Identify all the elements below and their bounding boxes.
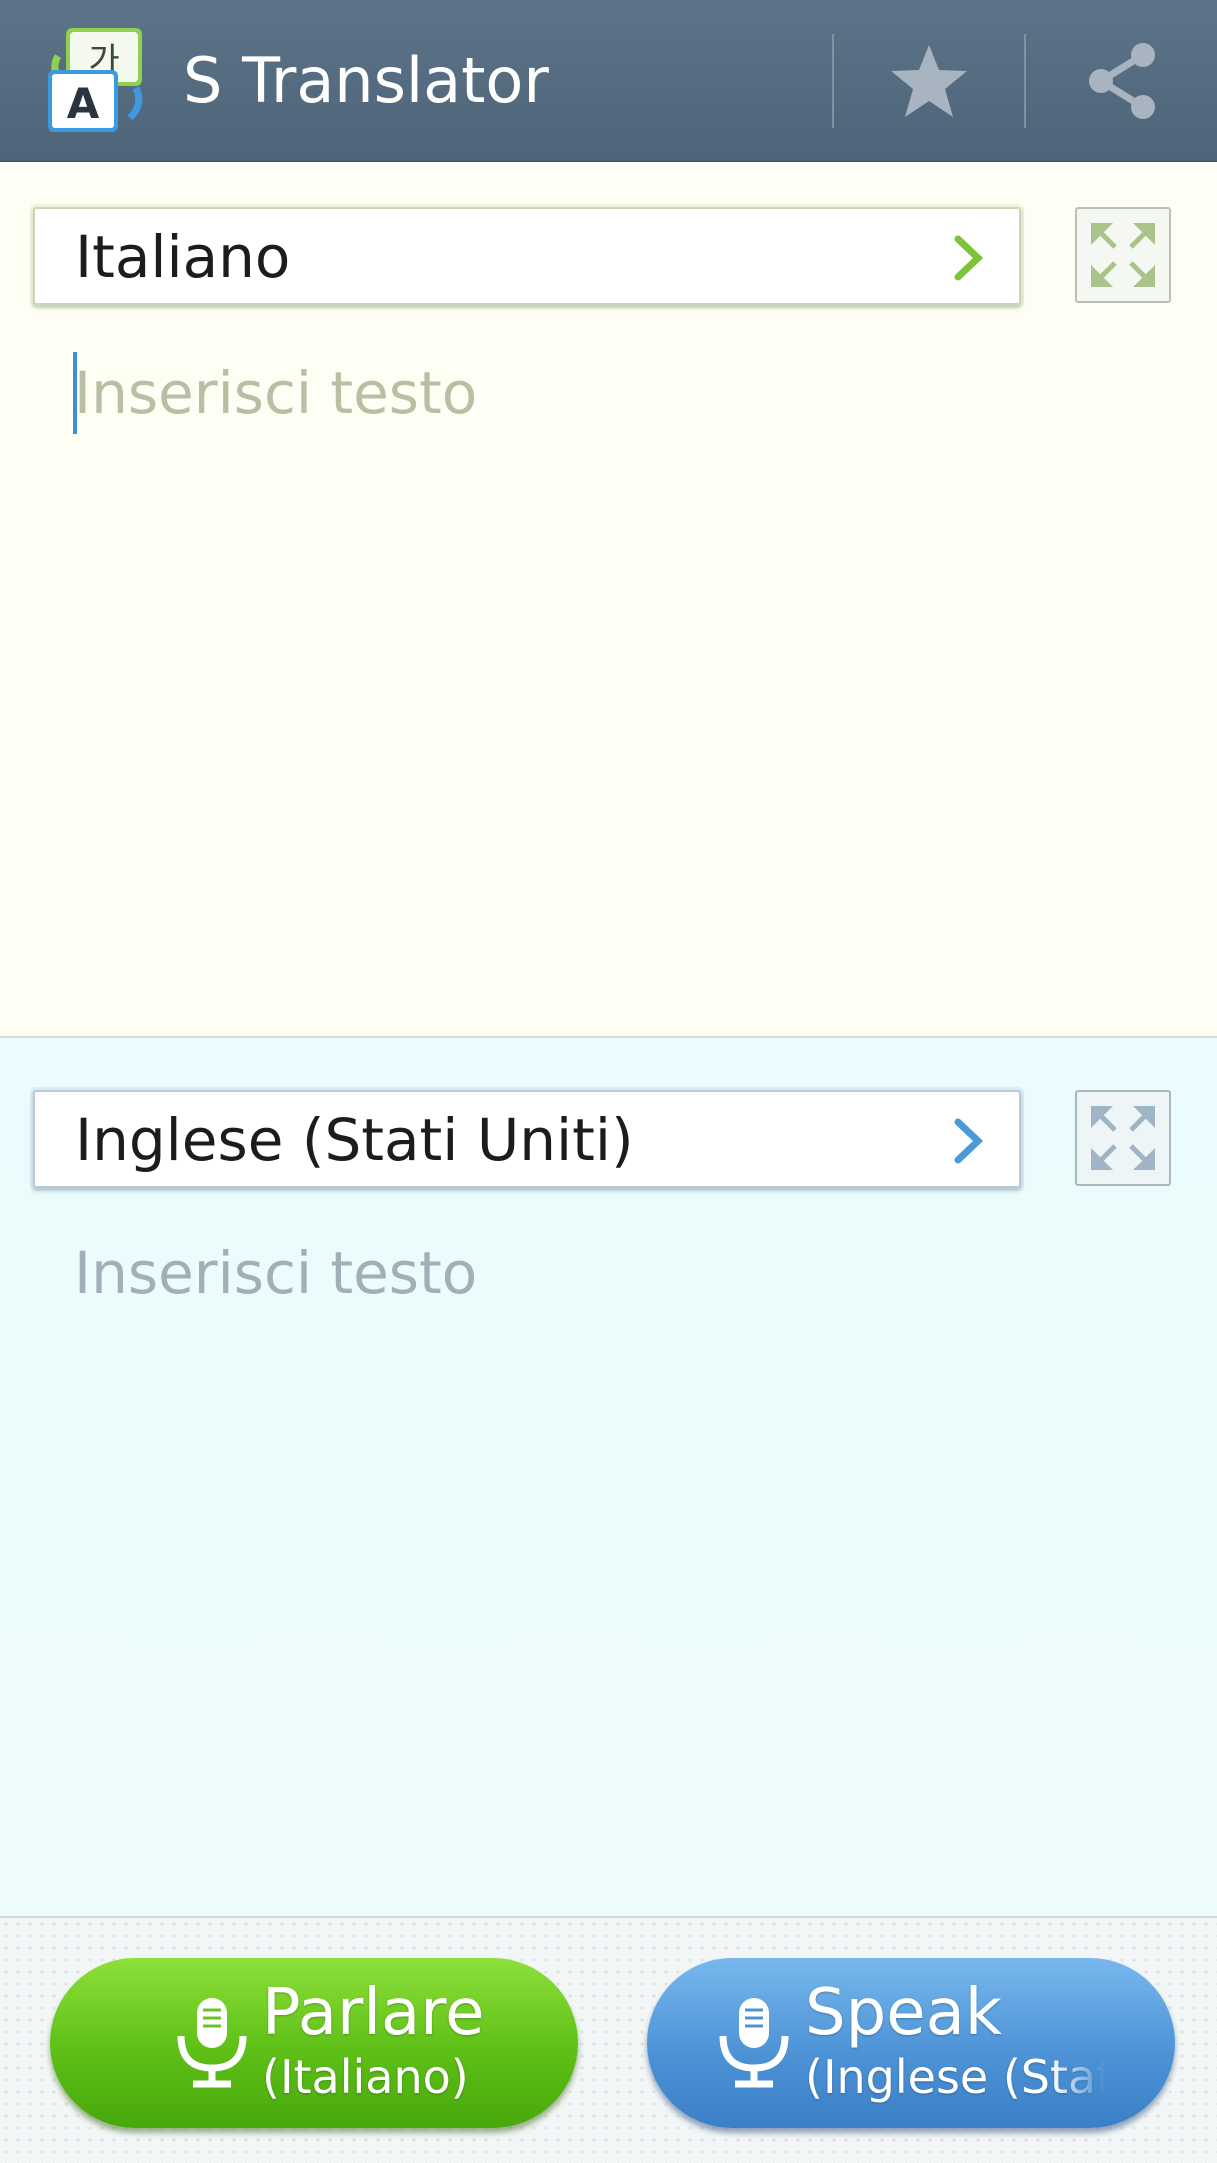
source-text-input[interactable]: Inserisci testo: [74, 358, 477, 428]
microphone-icon: [719, 1998, 789, 2088]
source-language-selector[interactable]: Italiano: [33, 207, 1021, 305]
app-logo: 가 A: [44, 26, 154, 136]
action-bar: 가 A S Translator: [0, 0, 1217, 162]
target-language-selector[interactable]: Inglese (Stati Uniti): [33, 1090, 1021, 1188]
microphone-icon: [177, 1998, 247, 2088]
speak-target-language: (Inglese (Stati Uniti)): [805, 2050, 1105, 2104]
share-icon: [1088, 43, 1155, 119]
svg-text:A: A: [67, 79, 100, 128]
chevron-right-icon: [954, 1118, 983, 1164]
star-icon: [891, 45, 967, 117]
expand-icon: [1091, 1106, 1155, 1170]
share-button[interactable]: [1026, 0, 1217, 162]
source-panel: Italiano Inserisci testo: [0, 162, 1217, 1038]
target-expand-button[interactable]: [1075, 1090, 1171, 1186]
target-text-input[interactable]: Inserisci testo: [74, 1238, 477, 1308]
speak-target-label: Speak: [805, 1976, 1002, 2050]
speak-target-button[interactable]: Speak (Inglese (Stati Uniti)): [647, 1958, 1175, 2128]
app-title: S Translator: [183, 44, 549, 117]
chevron-right-icon: [954, 235, 983, 281]
expand-icon: [1091, 223, 1155, 287]
source-language-label: Italiano: [75, 223, 291, 291]
voice-bar: Parlare (Italiano) Speak (Inglese (Stati…: [0, 1918, 1217, 2163]
speak-source-button[interactable]: Parlare (Italiano): [50, 1958, 578, 2128]
target-panel: Inglese (Stati Uniti) Inserisci testo: [0, 1038, 1217, 1918]
target-language-label: Inglese (Stati Uniti): [75, 1106, 634, 1174]
favorites-button[interactable]: [834, 0, 1024, 162]
speak-source-label: Parlare: [262, 1976, 485, 2050]
speak-source-language: (Italiano): [262, 2050, 469, 2104]
source-expand-button[interactable]: [1075, 207, 1171, 303]
